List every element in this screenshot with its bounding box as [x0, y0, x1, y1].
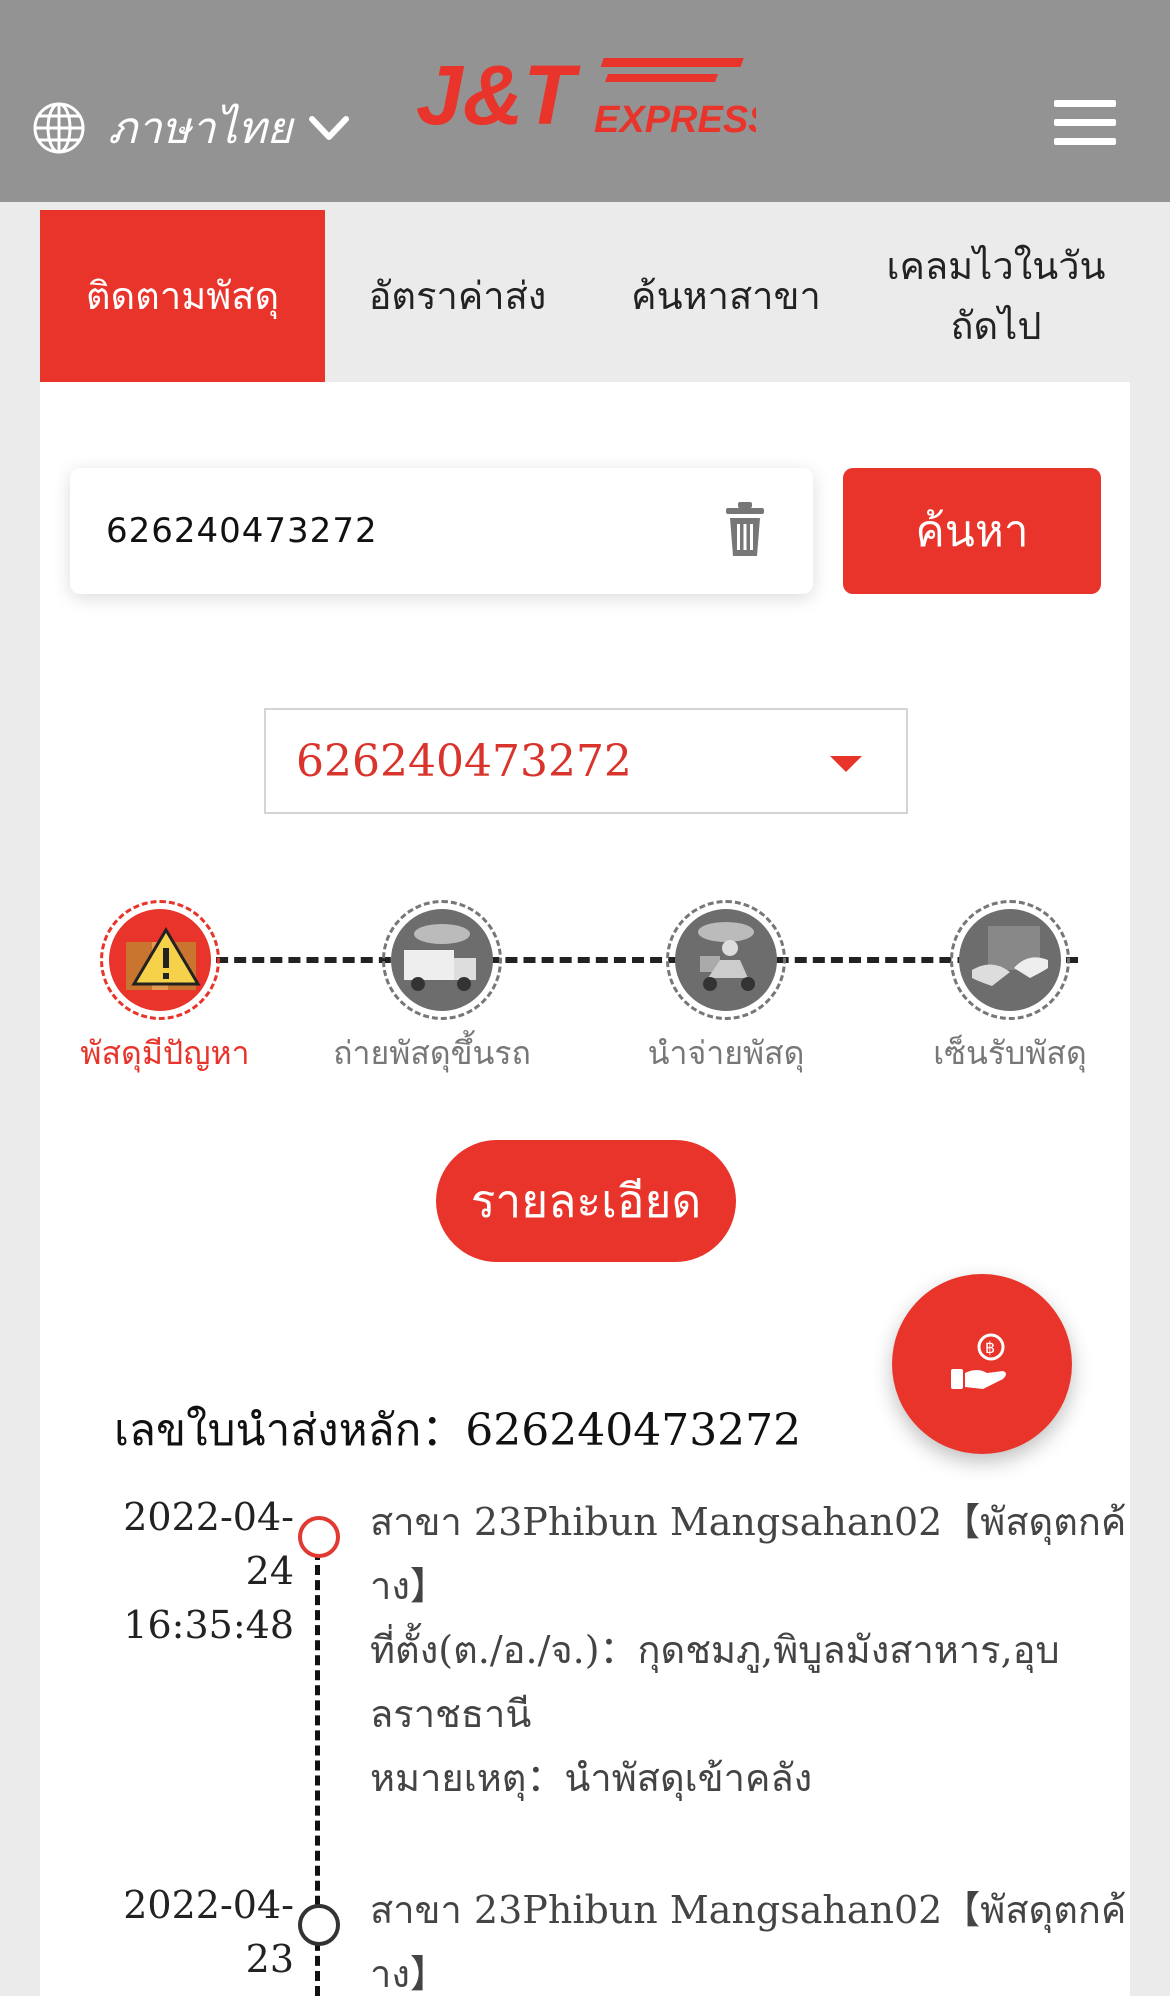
logo-text: J&T — [416, 52, 581, 138]
svg-text:฿: ฿ — [985, 1338, 995, 1357]
handover-package-icon — [972, 926, 1048, 986]
details-button[interactable]: รายละเอียด — [436, 1140, 736, 1262]
globe-icon — [33, 102, 85, 154]
timeline-entry-1-line-1: สาขา 23Phibun Mangsahan02【พัสดุตกค้ — [370, 1500, 1127, 1544]
timeline-entry-1-line-5: หมายเหตุ：นำพัสดุเข้าคลัง — [370, 1756, 813, 1800]
tab-bar: ติดตามพัสดุ อัตราค่าส่ง ค้นหาสาขา เคลมไว… — [40, 210, 1130, 382]
timeline-entry-1-line-4: ลราชธานี — [370, 1692, 532, 1736]
trash-icon[interactable] — [722, 500, 768, 558]
tab-find-branch[interactable]: ค้นหาสาขา — [590, 210, 862, 382]
main-card: ติดตามพัสดุ อัตราค่าส่ง ค้นหาสาขา เคลมไว… — [40, 210, 1130, 1996]
delivery-scooter-icon — [698, 922, 755, 991]
step-label-delivery: นำจ่ายพัสดุ — [647, 1034, 805, 1072]
timeline-dot-red — [298, 1516, 340, 1558]
timeline-entry-2-datetime: 2022-04-23 16:32:37 — [94, 1878, 294, 1996]
waybill-label: เลขใบนำส่งหลัก： — [114, 1405, 466, 1456]
step-label-problem: พัสดุมีปัญหา — [80, 1034, 250, 1072]
cash-service-fab[interactable]: ฿ — [892, 1274, 1072, 1454]
jt-express-logo[interactable]: J&T EXPRESS — [416, 52, 756, 138]
timeline-entry-2-line-1: สาขา 23Phibun Mangsahan02【พัสดุตกค้ — [370, 1888, 1127, 1932]
top-header: ภาษาไทย J&T EXPRESS — [0, 0, 1170, 202]
warning-parcel-icon — [126, 927, 201, 990]
timeline-entry-1-datetime: 2022-04-24 16:35:48 — [94, 1490, 294, 1652]
step-label-loaded: ถ่ายพัสดุขึ้นรถ — [333, 1034, 531, 1072]
tab-shipping-rates[interactable]: อัตราค่าส่ง — [325, 210, 590, 382]
main-waybill: เลขใบนำส่งหลัก：626240473272 — [114, 1394, 801, 1465]
tracking-number-select[interactable]: 626240473272 — [264, 708, 908, 814]
search-button[interactable]: ค้นหา — [843, 468, 1101, 594]
timeline-entry-2-date: 2022-04-23 — [123, 1883, 294, 1981]
step-out-for-delivery[interactable] — [666, 900, 786, 1020]
tab-next-day-claim[interactable]: เคลมไวในวันถัดไป — [862, 210, 1130, 382]
timeline-entry-1-line-2: าง】 — [370, 1564, 448, 1608]
tracking-search-box — [70, 468, 813, 594]
timeline-entry-2-line-2: าง】 — [370, 1952, 448, 1996]
truck-icon — [404, 924, 476, 991]
step-label-signed: เซ็นรับพัสดุ — [933, 1034, 1087, 1072]
language-selector[interactable]: ภาษาไทย — [32, 96, 350, 160]
tab-track-parcel[interactable]: ติดตามพัสดุ — [40, 210, 325, 382]
timeline-dot-gray — [298, 1904, 340, 1946]
chevron-down-icon — [309, 116, 350, 140]
step-loaded-truck[interactable] — [382, 900, 502, 1020]
step-signed-receipt[interactable] — [950, 900, 1070, 1020]
waybill-number: 626240473272 — [465, 1405, 802, 1456]
tracking-number-input[interactable] — [106, 500, 686, 562]
timeline-entry-2-details: สาขา 23Phibun Mangsahan02【พัสดุตกค้ าง】 — [370, 1878, 1130, 1996]
timeline-entry-1-line-3: ที่ตั้ง(ต./อ./จ.)：กุดชมภู,พิบูลมังสาหาร,… — [370, 1628, 1060, 1672]
tab-next-day-claim-label: เคลมไวในวันถัดไป — [886, 244, 1106, 348]
cash-hand-icon: ฿ — [951, 1333, 1006, 1389]
steps-connector — [198, 957, 1078, 963]
step-problem-parcel[interactable] — [100, 900, 220, 1020]
selected-tracking-number: 626240473272 — [296, 735, 632, 787]
language-label: ภาษาไทย — [108, 103, 293, 154]
caret-down-icon — [830, 756, 862, 772]
hamburger-menu-icon[interactable] — [1054, 100, 1116, 146]
timeline-entry-1-date: 2022-04-24 — [123, 1495, 294, 1593]
timeline-entry-1-time: 16:35:48 — [123, 1603, 294, 1647]
logo-subtext: EXPRESS — [594, 99, 756, 138]
timeline-entry-2-time: 16:32:37 — [94, 1986, 294, 1996]
timeline-entry-1-details: สาขา 23Phibun Mangsahan02【พัสดุตกค้ าง】 … — [370, 1490, 1130, 1810]
